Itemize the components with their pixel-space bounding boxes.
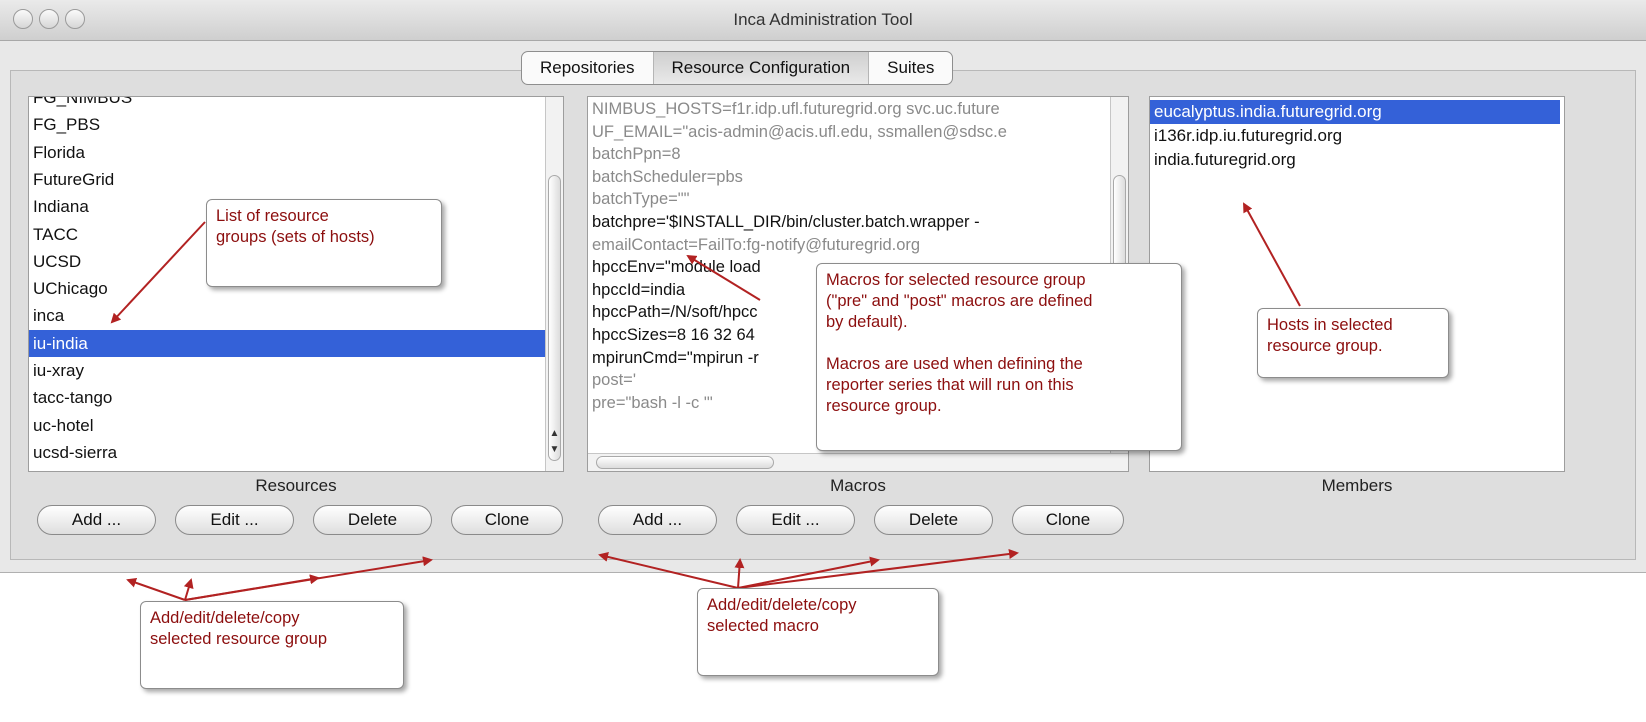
arrow-to-macro-list	[686, 254, 761, 301]
callout-hosts: Hosts in selected resource group.	[1257, 308, 1449, 378]
arrow-to-edit-resource	[183, 578, 194, 601]
arrow-to-clone-macro	[737, 549, 1019, 589]
arrow-to-add-resource	[126, 577, 186, 601]
callout-resource-buttons: Add/edit/delete/copy selected resource g…	[140, 601, 404, 689]
arrow-to-clone-resource	[184, 556, 433, 601]
arrow-to-add-macro	[598, 551, 739, 589]
arrow-to-members-list	[1243, 202, 1301, 307]
callout-macro-buttons: Add/edit/delete/copy selected macro	[697, 588, 939, 676]
arrow-to-edit-macro	[734, 558, 745, 589]
arrow-to-resource-list	[110, 221, 206, 324]
callout-macros: Macros for selected resource group ("pre…	[816, 263, 1182, 451]
callout-resource-groups: List of resource groups (sets of hosts)	[206, 199, 442, 287]
